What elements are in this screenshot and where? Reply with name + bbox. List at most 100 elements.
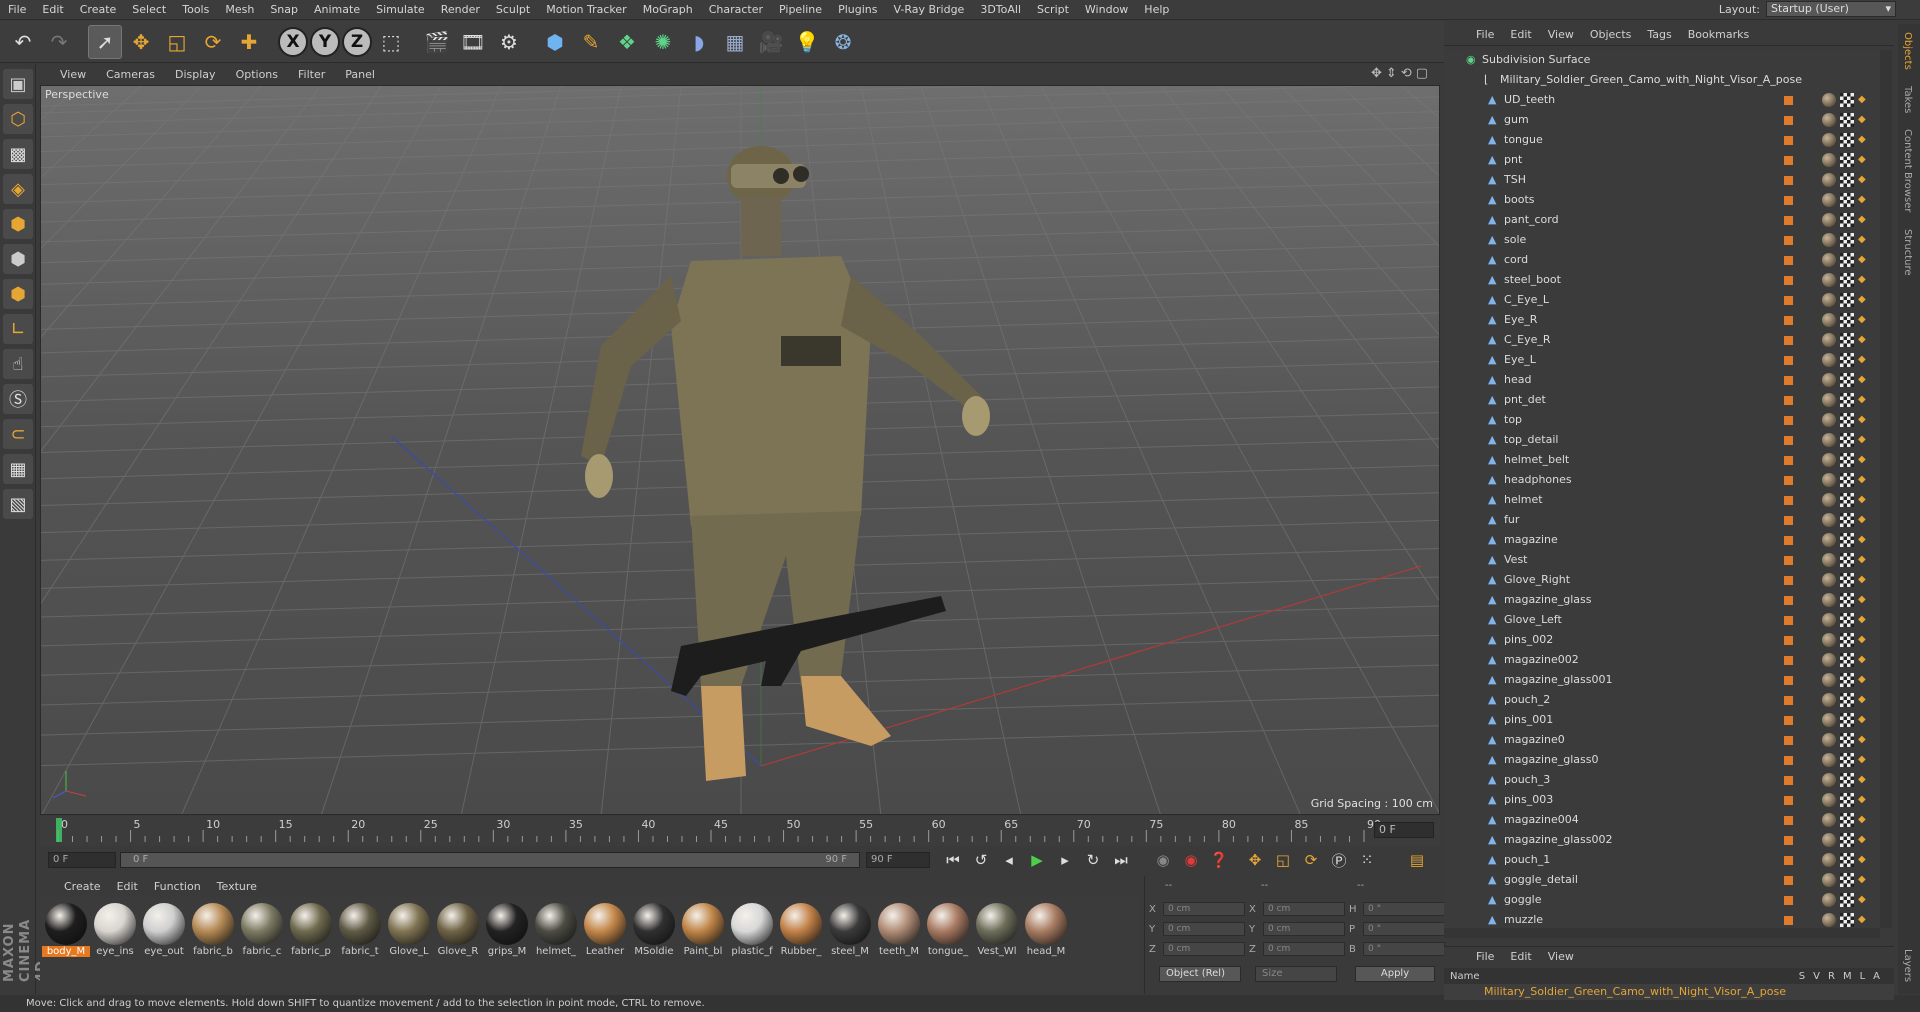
uvw-tag-icon[interactable] xyxy=(1840,473,1854,487)
viewport-menu-filter[interactable]: Filter xyxy=(288,68,335,81)
material-tag-icon[interactable] xyxy=(1822,773,1836,787)
material-swatch[interactable]: fabric_b xyxy=(189,897,237,995)
material-tag-icon[interactable] xyxy=(1822,413,1836,427)
object-row[interactable]: ▲ Eye_R ◆ xyxy=(1444,310,1880,330)
material-swatch[interactable]: eye_ins xyxy=(91,897,139,995)
object-row[interactable]: ▲ magazine002 ◆ xyxy=(1444,650,1880,670)
next-key-icon[interactable]: ↻ xyxy=(1082,849,1104,871)
object-menu-bookmarks[interactable]: Bookmarks xyxy=(1680,28,1757,41)
material-swatch[interactable]: helmet_ xyxy=(532,897,580,995)
material-tag-icon[interactable] xyxy=(1822,533,1836,547)
uvw-tag-icon[interactable] xyxy=(1840,393,1854,407)
uvw-tag-icon[interactable] xyxy=(1840,633,1854,647)
viewport-menu-view[interactable]: View xyxy=(50,68,96,81)
layer-column-m[interactable]: M xyxy=(1843,971,1852,982)
current-frame-field[interactable]: 0 F xyxy=(1374,822,1434,838)
object-row[interactable]: ▲ cord ◆ xyxy=(1444,250,1880,270)
layer-menu-view[interactable]: View xyxy=(1540,950,1582,963)
phong-tag-icon[interactable]: ◆ xyxy=(1858,275,1868,285)
material-tag-icon[interactable] xyxy=(1822,753,1836,767)
uvw-tag-icon[interactable] xyxy=(1840,93,1854,107)
rot-h-field[interactable]: 0 ° xyxy=(1363,902,1445,916)
uvw-tag-icon[interactable] xyxy=(1840,193,1854,207)
viewport-menu-options[interactable]: Options xyxy=(226,68,288,81)
light-icon[interactable]: 💡 xyxy=(790,25,824,59)
material-tag-icon[interactable] xyxy=(1822,213,1836,227)
material-swatch[interactable]: tongue_ xyxy=(924,897,972,995)
key-pla-icon[interactable]: ⁙ xyxy=(1356,849,1378,871)
object-row[interactable]: ▲ magazine_glass0 ◆ xyxy=(1444,750,1880,770)
uvw-tag-icon[interactable] xyxy=(1840,733,1854,747)
material-tag-icon[interactable] xyxy=(1822,553,1836,567)
object-row[interactable]: ▲ magazine_glass002 ◆ xyxy=(1444,830,1880,850)
layer-column-v[interactable]: V xyxy=(1813,971,1820,982)
object-tree-hscrollbar[interactable] xyxy=(1444,928,1880,938)
uvw-tag-icon[interactable] xyxy=(1840,713,1854,727)
end-frame-field[interactable]: 90 F xyxy=(866,852,930,868)
side-tab-structure[interactable]: Structure xyxy=(1898,221,1917,284)
viewport-menu-display[interactable]: Display xyxy=(165,68,226,81)
material-tag-icon[interactable] xyxy=(1822,813,1836,827)
key-scale-icon[interactable]: ◱ xyxy=(1272,849,1294,871)
uvw-tag-icon[interactable] xyxy=(1840,893,1854,907)
object-row[interactable]: ▲ sole ◆ xyxy=(1444,230,1880,250)
phong-tag-icon[interactable]: ◆ xyxy=(1858,95,1868,105)
material-swatch[interactable]: teeth_M xyxy=(875,897,923,995)
material-tag-icon[interactable] xyxy=(1822,93,1836,107)
uvw-tag-icon[interactable] xyxy=(1840,553,1854,567)
phong-tag-icon[interactable]: ◆ xyxy=(1858,295,1868,305)
uvw-tag-icon[interactable] xyxy=(1840,453,1854,467)
object-row[interactable]: ▲ magazine004 ◆ xyxy=(1444,810,1880,830)
uvw-tag-icon[interactable] xyxy=(1840,613,1854,627)
object-row[interactable]: ▲ tongue ◆ xyxy=(1444,130,1880,150)
phong-tag-icon[interactable]: ◆ xyxy=(1858,115,1868,125)
start-frame-field[interactable]: 0 F xyxy=(48,852,116,868)
move-tool-icon[interactable]: ✥ xyxy=(124,25,158,59)
material-tag-icon[interactable] xyxy=(1822,713,1836,727)
next-frame-icon[interactable]: ▸ xyxy=(1054,849,1076,871)
magnet-icon[interactable]: ⊂ xyxy=(3,419,33,449)
material-tag-icon[interactable] xyxy=(1822,313,1836,327)
size-z-field[interactable]: 0 cm xyxy=(1263,942,1345,956)
material-swatch[interactable]: Glove_L xyxy=(385,897,433,995)
axis-mode-icon[interactable]: ∟ xyxy=(3,314,33,344)
menu-character[interactable]: Character xyxy=(701,0,771,20)
phong-tag-icon[interactable]: ◆ xyxy=(1858,555,1868,565)
material-swatch[interactable]: plastic_f xyxy=(728,897,776,995)
viewport-menu-cameras[interactable]: Cameras xyxy=(96,68,165,81)
material-tag-icon[interactable] xyxy=(1822,693,1836,707)
material-swatch[interactable]: Paint_bl xyxy=(679,897,727,995)
object-row[interactable]: ▲ magazine0 ◆ xyxy=(1444,730,1880,750)
object-row[interactable]: ▲ C_Eye_L ◆ xyxy=(1444,290,1880,310)
rotate-tool-icon[interactable]: ⟳ xyxy=(196,25,230,59)
layer-column-a[interactable]: A xyxy=(1873,971,1880,982)
object-row[interactable]: ▲ head ◆ xyxy=(1444,370,1880,390)
phong-tag-icon[interactable]: ◆ xyxy=(1858,255,1868,265)
menu-snap[interactable]: Snap xyxy=(262,0,306,20)
preview-range-slider[interactable]: 0 F 90 F xyxy=(120,852,860,868)
phong-tag-icon[interactable]: ◆ xyxy=(1858,375,1868,385)
uvw-tag-icon[interactable] xyxy=(1840,213,1854,227)
material-swatch[interactable]: fabric_t xyxy=(336,897,384,995)
array-icon[interactable]: ✺ xyxy=(646,25,680,59)
object-row[interactable]: ▲ pins_002 ◆ xyxy=(1444,630,1880,650)
uvw-tag-icon[interactable] xyxy=(1840,913,1854,927)
phong-tag-icon[interactable]: ◆ xyxy=(1858,515,1868,525)
python-icon[interactable]: ❂ xyxy=(826,25,860,59)
uvw-tag-icon[interactable] xyxy=(1840,693,1854,707)
playhead[interactable] xyxy=(56,818,62,842)
material-tag-icon[interactable] xyxy=(1822,853,1836,867)
menu-create[interactable]: Create xyxy=(72,0,125,20)
tweak-mode-icon[interactable]: ☝ xyxy=(3,349,33,379)
x-axis-lock-icon[interactable]: X xyxy=(278,26,308,57)
object-row[interactable]: ▲ boots ◆ xyxy=(1444,190,1880,210)
material-tag-icon[interactable] xyxy=(1822,513,1836,527)
menu-motion-tracker[interactable]: Motion Tracker xyxy=(538,0,634,20)
uvw-tag-icon[interactable] xyxy=(1840,353,1854,367)
uvw-tag-icon[interactable] xyxy=(1840,233,1854,247)
pen-icon[interactable]: ✎ xyxy=(574,25,608,59)
object-row[interactable]: ▲ muzzle ◆ xyxy=(1444,910,1880,928)
phong-tag-icon[interactable]: ◆ xyxy=(1858,855,1868,865)
material-tag-icon[interactable] xyxy=(1822,893,1836,907)
menu-simulate[interactable]: Simulate xyxy=(368,0,433,20)
